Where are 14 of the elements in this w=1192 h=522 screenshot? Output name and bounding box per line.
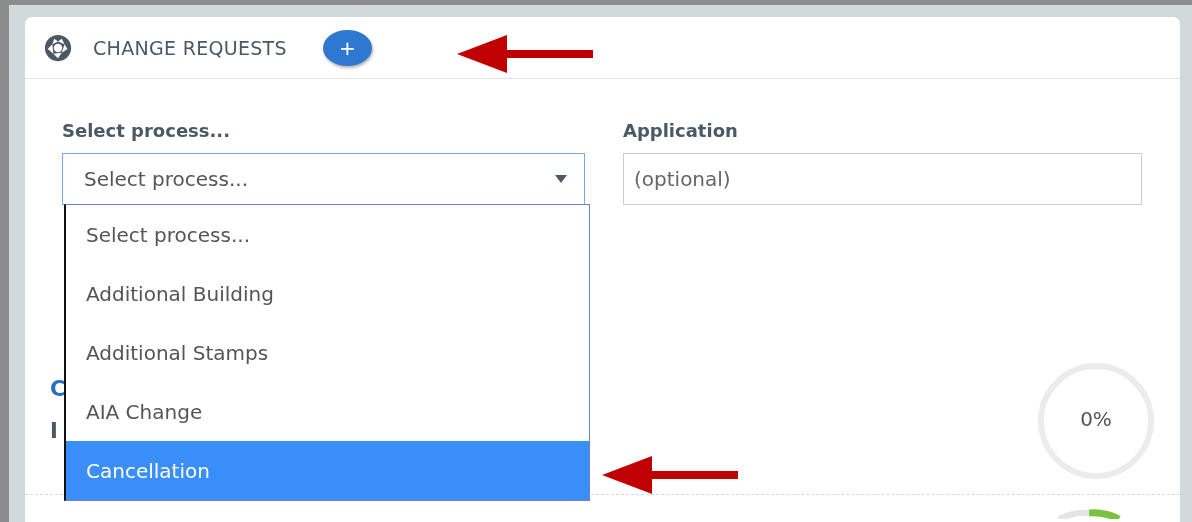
aperture-icon [43,32,73,63]
dropdown-option[interactable]: AIA Change [66,382,589,441]
panel-title: CHANGE REQUESTS [93,36,287,59]
field-label: Select process... [62,120,232,143]
section-heading: C [50,376,66,402]
field-label: Application [623,120,739,143]
caret-icon [555,175,567,183]
dropdown-option[interactable]: Additional Building [66,264,589,323]
add-button[interactable]: + [322,29,372,66]
section-subheading: I [50,418,59,444]
dropdown-option[interactable]: Select process... [66,205,589,264]
progress-reading: 0% [1079,407,1113,431]
application-field[interactable]: (optional) [623,153,1142,205]
dropdown-option[interactable]: Additional Stamps [66,323,589,382]
